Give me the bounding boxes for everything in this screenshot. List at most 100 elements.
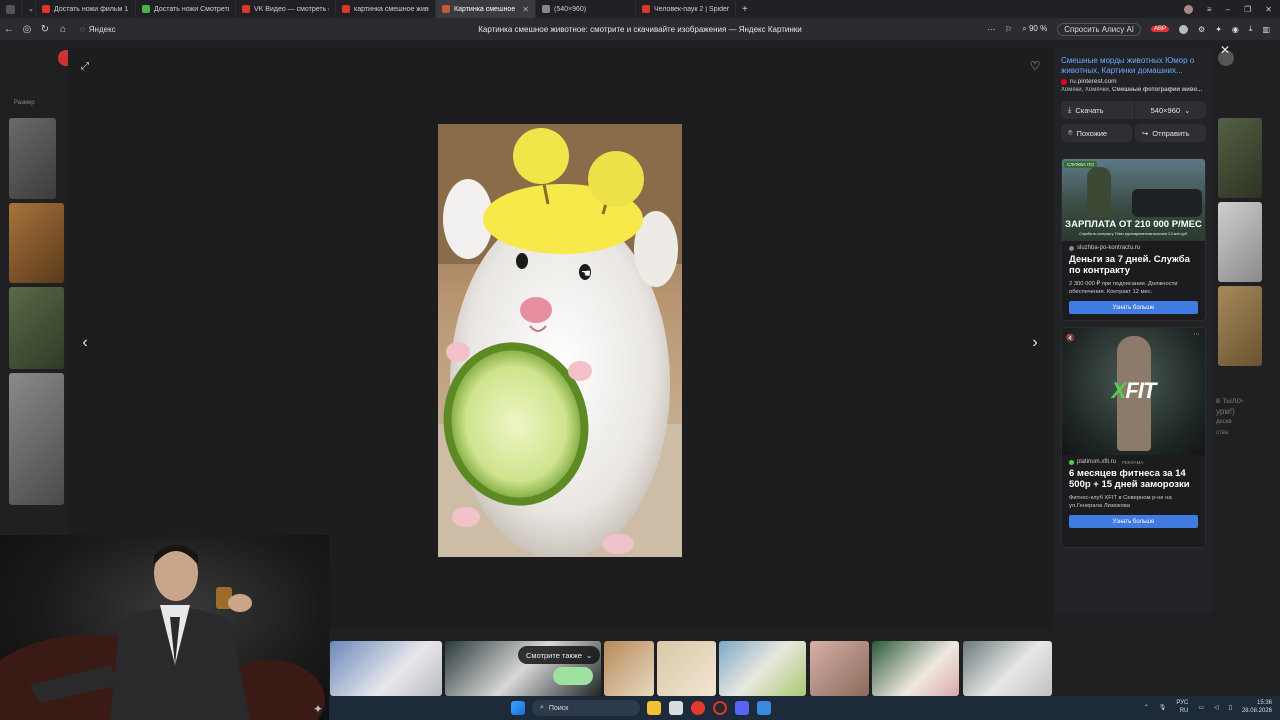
ad-card-xfit[interactable]: 🔇 ⋯ XFIT platinum.xfit.ru РЕКЛАМА 6 меся… [1061,327,1206,548]
downloads-icon[interactable]: ⤓ [1249,24,1253,34]
result-thumbnail[interactable] [1218,202,1262,282]
home-icon[interactable]: ⌂ [54,24,72,35]
result-thumbnail[interactable] [9,118,56,199]
sidebar-icon[interactable]: ▥ [1262,25,1270,34]
new-tab-button[interactable]: + [736,0,754,18]
source-domain: ru.pinterest.com [1070,78,1117,85]
menu-icon[interactable]: ≡ [1207,5,1212,14]
similar-button[interactable]: ⌾ Похожие [1061,124,1132,142]
settings-icon[interactable]: ⚙ [1198,25,1205,34]
related-thumbnail[interactable] [963,641,1052,696]
more-icon[interactable]: ⋯ [987,25,995,34]
protect-icon[interactable]: ◎ [18,24,36,35]
chevron-left-icon: ‹ [82,334,88,351]
result-thumbnail[interactable] [9,287,64,369]
ad-headline[interactable]: Деньги за 7 дней. Служба по контракту [1062,251,1205,276]
browser-menu-button[interactable] [0,0,22,18]
related-thumbnail[interactable] [657,641,716,696]
source-link[interactable]: ru.pinterest.com [1061,78,1117,85]
ad-domain[interactable]: sluzhba-po-kontractu.ru [1062,241,1205,251]
close-tab-icon[interactable]: ✕ [522,5,529,14]
browser-tab[interactable]: Достать ножи Смотреть [136,0,236,18]
clock-date: 28.08.2026 [1241,708,1272,714]
close-window-icon[interactable]: ✕ [1265,5,1272,14]
ad-card-contract[interactable]: СЛУЖБА ПО ЗАРПЛАТА ОТ 210 000 Р/МЕС Служ… [1061,158,1206,321]
cucumber-shape [553,667,593,685]
tags-plain[interactable]: Хомяки, Хомячки, [1061,87,1110,93]
clock[interactable]: 15:36 28.08.2026 [1242,699,1272,715]
yandex-browser-icon[interactable] [691,701,705,715]
main-image[interactable]: ☚ [438,124,682,557]
close-icon: ✕ [1219,43,1231,57]
store-icon[interactable] [669,701,683,715]
reload-icon[interactable]: ↻ [36,24,54,35]
result-thumbnail[interactable] [1218,286,1262,366]
result-thumbnail[interactable] [1218,118,1262,198]
related-thumbnail[interactable] [872,641,959,696]
tags-bold[interactable]: Смешные фотографии живо... [1112,87,1202,93]
back-icon[interactable]: ← [0,24,18,35]
restore-icon[interactable]: ❐ [1244,5,1251,14]
puzzle-icon[interactable]: ✦ [1215,25,1222,34]
minimize-icon[interactable]: – [1226,5,1230,14]
size-filter[interactable]: Размер [14,100,35,106]
chrome-icon[interactable] [713,701,727,715]
browser-tab[interactable]: Достать ножи фильм 1 ч [36,0,136,18]
chevron-right-icon: › [1032,334,1038,351]
taskbar-search[interactable]: ⌕ Поиск [532,700,640,716]
battery-icon[interactable]: ▯ [1229,704,1232,711]
zoom-indicator[interactable]: ⌕ 90 % [1022,24,1047,34]
more-icon[interactable]: ⋯ [1193,330,1200,338]
globe-icon [1069,245,1074,251]
share-button[interactable]: ↪ Отправить [1135,124,1206,142]
mic-icon[interactable]: 🎙 [1159,704,1167,711]
related-thumbnail[interactable] [810,641,869,696]
network-icon[interactable]: ▭ [1198,704,1204,711]
tabs-dropdown-button[interactable]: ⌄ [22,0,36,18]
browser-tab[interactable]: Человек-паук 2 | Spider- [636,0,736,18]
related-thumbnail[interactable] [719,641,806,696]
ad-body: Фитнес-клуб XFIT в Северном р-не на ул.Г… [1069,495,1172,509]
clock-time: 15:36 [1256,700,1272,706]
mute-icon[interactable]: 🔇 [1066,334,1075,342]
ask-alice-button[interactable]: Спросить Алису AI [1057,22,1142,36]
chevron-up-icon[interactable]: ⌃ [1144,704,1149,711]
result-thumbnail[interactable] [9,203,64,283]
result-thumbnail[interactable] [9,373,64,505]
related-thumbnail[interactable] [604,641,654,696]
image-title-link[interactable]: Смешные морды животных Юмор о животных, … [1061,56,1203,76]
app-icon[interactable] [757,701,771,715]
bookmark-icon[interactable]: ⚐ [1005,25,1012,34]
adblock-icon[interactable]: ABP [1151,26,1170,32]
browser-tab[interactable]: картинка смешное живо [336,0,436,18]
language-indicator[interactable]: РУС RU [1176,699,1188,715]
file-explorer-icon[interactable] [647,701,661,715]
download-button[interactable]: ⤓ Скачать [1061,101,1134,119]
see-also-button[interactable]: Смотрите также ⌄ [518,646,601,664]
person-video [0,545,325,720]
ad-domain[interactable]: platinum.xfit.ru РЕКЛАМА [1062,455,1205,465]
favorite-button[interactable]: ♡ [1025,56,1045,76]
fullscreen-button[interactable]: ⤢ [75,56,95,76]
zoom-level: 90 % [1028,24,1048,33]
site-name: Яндекс [88,24,116,34]
avatar[interactable] [1184,4,1193,14]
start-icon[interactable] [511,701,525,715]
browser-tab[interactable]: VK Видео — смотреть он [236,0,336,18]
profile-icon[interactable]: ◉ [1232,25,1239,34]
ad-cta-button[interactable]: Узнать больше [1069,301,1198,314]
close-viewer-button[interactable]: ✕ [1215,40,1235,60]
ad-cta-button[interactable]: Узнать больше [1069,515,1198,528]
prev-image-button[interactable]: ‹ [75,333,95,353]
volume-icon[interactable]: ◁ [1214,704,1219,711]
extension-icon[interactable] [1179,24,1189,34]
next-image-button[interactable]: › [1025,333,1045,353]
browser-tab[interactable]: Картинка смешное жи ✕ [436,0,536,18]
related-thumbnail[interactable] [330,641,442,696]
discord-icon[interactable] [735,701,749,715]
tab-favicon-icon [442,5,450,13]
site-chip[interactable]: ◌ Яндекс [80,25,116,34]
browser-tab[interactable]: (540×960) [536,0,636,18]
ad-headline[interactable]: 6 месяцев фитнеса за 14 500р + 15 дней з… [1062,465,1205,490]
size-select[interactable]: 540×960 ⌄ [1135,101,1206,119]
